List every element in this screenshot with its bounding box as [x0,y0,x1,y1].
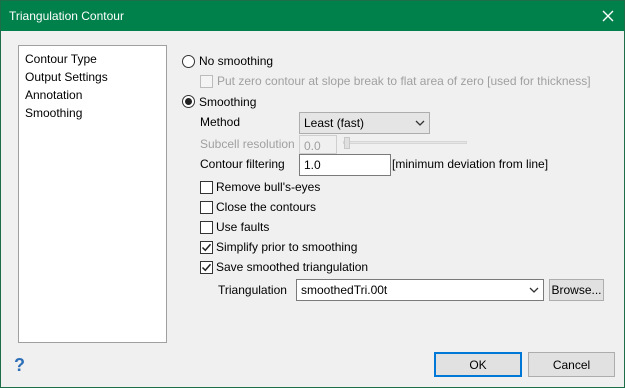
help-icon[interactable]: ? [14,355,25,376]
close-button[interactable] [596,4,620,28]
no-smoothing-label: No smoothing [199,54,274,68]
dialog-window: Triangulation Contour Contour Type Outpu… [0,0,625,388]
simplify-prior-label: Simplify prior to smoothing [216,240,358,254]
close-contours-label: Close the contours [216,200,317,214]
title-bar: Triangulation Contour [1,1,624,31]
nav-item-smoothing[interactable]: Smoothing [25,106,82,120]
subcell-resolution-label: Subcell resolution [200,137,295,151]
remove-bulls-eyes-label: Remove bull's-eyes [216,180,321,194]
contour-filtering-input[interactable]: 1.0 [299,154,391,176]
browse-button[interactable]: Browse... [549,279,604,301]
subcell-resolution-value: 0.0 [304,139,321,153]
save-smoothed-label: Save smoothed triangulation [216,260,369,274]
close-contours-checkbox[interactable] [200,201,213,214]
zero-contour-label: Put zero contour at slope break to flat … [217,74,591,88]
contour-filtering-label: Contour filtering [200,157,285,171]
triangulation-combo[interactable]: smoothedTri.00t [296,279,544,301]
check-icon [201,243,212,252]
subcell-resolution-input[interactable]: 0.0 [299,135,337,154]
smoothing-radio[interactable] [182,95,195,108]
chevron-down-icon [529,287,539,293]
triangulation-value: smoothedTri.00t [301,283,388,297]
nav-item-contour-type[interactable]: Contour Type [25,52,97,66]
nav-item-annotation[interactable]: Annotation [25,88,82,102]
no-smoothing-radio[interactable] [182,55,195,68]
ok-button[interactable]: OK [434,352,522,377]
settings-nav-list: Contour Type Output Settings Annotation … [18,45,167,343]
cancel-button[interactable]: Cancel [528,352,615,377]
use-faults-label: Use faults [216,220,270,234]
close-icon [602,10,614,22]
method-label: Method [200,115,241,129]
zero-contour-checkbox[interactable] [200,75,213,88]
nav-item-output-settings[interactable]: Output Settings [25,70,108,84]
window-title: Triangulation Contour [9,9,124,23]
use-faults-checkbox[interactable] [200,221,213,234]
contour-filtering-value: 1.0 [304,158,321,172]
smoothing-label: Smoothing [199,95,257,109]
method-value: Least (fast) [304,116,365,130]
chevron-down-icon [415,120,425,126]
simplify-prior-checkbox[interactable] [200,241,213,254]
contour-filtering-suffix: [minimum deviation from line] [392,157,549,171]
triangulation-label: Triangulation [218,283,287,297]
subcell-resolution-slider-thumb[interactable] [344,137,350,149]
remove-bulls-eyes-checkbox[interactable] [200,181,213,194]
subcell-resolution-slider-track[interactable] [343,141,467,144]
check-icon [201,263,212,272]
method-select[interactable]: Least (fast) [299,112,430,134]
save-smoothed-checkbox[interactable] [200,261,213,274]
